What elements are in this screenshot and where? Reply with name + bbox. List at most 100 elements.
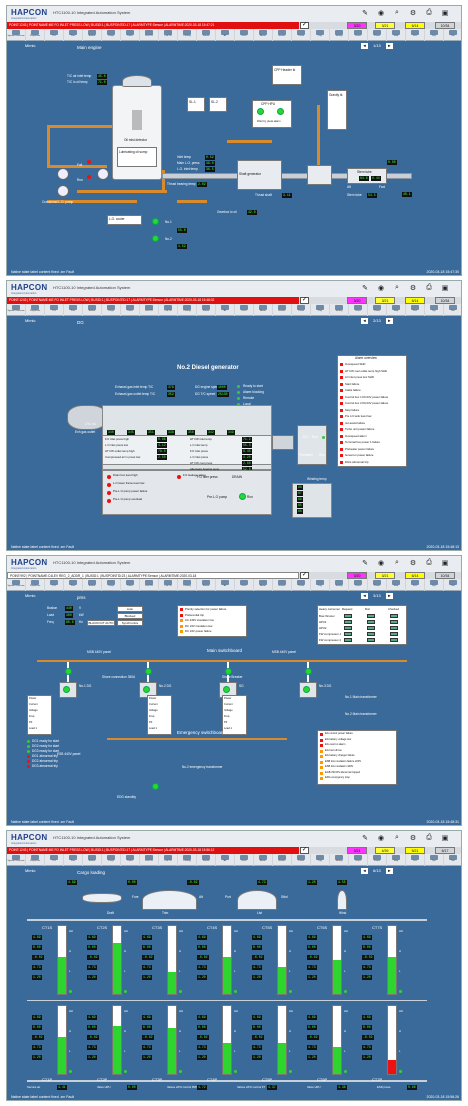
nav-button[interactable]: Ballast [83, 579, 102, 591]
print-icon[interactable]: ⎙ [425, 559, 433, 567]
prev-page-button[interactable]: ◄ [361, 867, 368, 874]
search-icon[interactable]: ⌕ [393, 9, 401, 17]
nav-button[interactable]: Setting [330, 29, 349, 41]
nav-button[interactable]: Power [368, 579, 387, 591]
settings-icon[interactable]: ⚙ [409, 834, 417, 842]
nav-button[interactable]: Net [444, 29, 461, 41]
nav-button[interactable]: Net [444, 579, 461, 591]
screen-icon[interactable]: ▣ [441, 284, 449, 292]
nav-button[interactable]: Sys [425, 579, 444, 591]
nav-button[interactable]: Trend [292, 29, 311, 41]
alarm-count-3[interactable]: 6/14 [405, 572, 425, 579]
nav-button[interactable]: Doc [406, 29, 425, 41]
nav-button[interactable]: Steam [197, 304, 216, 316]
nav-button[interactable]: Sys [425, 854, 444, 866]
nav-button[interactable]: System Overview [7, 579, 26, 591]
alarm-count-4[interactable]: 10/34 [435, 572, 455, 579]
nav-button[interactable]: Ballast [83, 854, 102, 866]
nav-button[interactable]: Ballast [83, 304, 102, 316]
pen-icon[interactable]: ✎ [361, 9, 369, 17]
print-icon[interactable]: ⎙ [425, 9, 433, 17]
acknowledge-icon[interactable]: ◉ [377, 284, 385, 292]
nav-button[interactable]: Cargo [102, 579, 121, 591]
nav-button[interactable]: Sys [425, 29, 444, 41]
nav-button[interactable]: Log [311, 304, 330, 316]
nav-button[interactable]: Tanks [121, 304, 140, 316]
nav-button[interactable]: Propulsion [26, 579, 45, 591]
nav-button[interactable]: Pms [64, 854, 83, 866]
acknowledge-icon[interactable]: ◉ [377, 834, 385, 842]
active-alarm-text[interactable]: POINT:1243 | POINTNAME:ME FO INLET PRESS… [7, 22, 299, 29]
nav-button[interactable]: Trend [292, 854, 311, 866]
alarm-count-4[interactable]: 6/17 [435, 847, 455, 854]
nav-button[interactable]: Log [311, 579, 330, 591]
nav-button[interactable]: Setting [330, 854, 349, 866]
nav-button[interactable]: Users [349, 579, 368, 591]
nav-button[interactable]: Tanks [121, 29, 140, 41]
nav-button[interactable]: Help [387, 29, 406, 41]
next-page-button[interactable]: ► [385, 592, 393, 599]
print-icon[interactable]: ⎙ [425, 284, 433, 292]
nav-button[interactable]: Lub Oil [159, 854, 178, 866]
alarm-count-1[interactable]: 3/20 [347, 22, 367, 29]
nav-button[interactable]: Pms [64, 304, 83, 316]
nav-button[interactable]: Air [216, 304, 235, 316]
nav-button[interactable]: Trend [292, 579, 311, 591]
acknowledge-check-icon[interactable]: ✓ [300, 22, 309, 29]
nav-button[interactable]: Propulsion [26, 304, 45, 316]
nav-button[interactable]: Steam [197, 579, 216, 591]
nav-button[interactable]: Steam [197, 854, 216, 866]
nav-button[interactable]: Deck [235, 304, 254, 316]
alarm-count-2[interactable]: 3/21 [375, 572, 395, 579]
nav-button[interactable]: Doc [406, 579, 425, 591]
nav-button[interactable]: Alarm [254, 854, 273, 866]
nav-button[interactable]: Events [273, 304, 292, 316]
nav-button[interactable]: Fuel Oil [140, 304, 159, 316]
print-icon[interactable]: ⎙ [425, 834, 433, 842]
active-alarm-text[interactable]: POINT:1243 | POINTNAME:ME FO INLET PRESS… [7, 297, 299, 304]
settings-icon[interactable]: ⚙ [409, 9, 417, 17]
acknowledge-check-icon[interactable]: ✓ [300, 847, 309, 854]
nav-button[interactable]: Fuel Oil [140, 854, 159, 866]
pen-icon[interactable]: ✎ [361, 284, 369, 292]
nav-button[interactable]: System Overview [7, 854, 26, 866]
alarm-count-2[interactable]: 4/39 [375, 847, 395, 854]
acknowledge-check-icon[interactable]: ✓ [300, 572, 309, 579]
nav-button[interactable]: Deck [235, 29, 254, 41]
next-page-button[interactable]: ► [385, 317, 393, 324]
nav-button[interactable]: Lub Oil [159, 579, 178, 591]
screen-icon[interactable]: ▣ [441, 559, 449, 567]
nav-button[interactable]: Events [273, 579, 292, 591]
nav-button[interactable]: Alarm [254, 304, 273, 316]
nav-button[interactable]: Log [311, 29, 330, 41]
next-page-button[interactable]: ► [385, 42, 393, 49]
search-icon[interactable]: ⌕ [393, 834, 401, 842]
nav-button[interactable]: Tanks [121, 579, 140, 591]
nav-button[interactable]: Air [216, 29, 235, 41]
mode-button[interactable]: Blocked [117, 613, 143, 619]
nav-button[interactable]: Trend [292, 304, 311, 316]
nav-button[interactable]: Events [273, 854, 292, 866]
nav-button[interactable]: Events [273, 29, 292, 41]
nav-button[interactable]: Air [216, 579, 235, 591]
nav-button[interactable]: Power [368, 304, 387, 316]
settings-icon[interactable]: ⚙ [409, 559, 417, 567]
nav-button[interactable]: Doc [406, 304, 425, 316]
nav-button[interactable]: Deck [235, 579, 254, 591]
nav-button[interactable]: Cargo [102, 29, 121, 41]
active-alarm-text[interactable]: POINT:1243 | POINTNAME:ME FO INLET PRESS… [7, 847, 299, 854]
nav-button[interactable]: Log [311, 854, 330, 866]
nav-button[interactable]: Steam [197, 29, 216, 41]
nav-button[interactable]: Cargo [102, 304, 121, 316]
pen-icon[interactable]: ✎ [361, 559, 369, 567]
search-icon[interactable]: ⌕ [393, 284, 401, 292]
nav-button[interactable]: DG [45, 304, 64, 316]
nav-button[interactable]: System Overview [7, 29, 26, 41]
alarm-count-2[interactable]: 3/21 [375, 22, 395, 29]
prev-page-button[interactable]: ◄ [361, 592, 368, 599]
nav-button[interactable]: Help [387, 304, 406, 316]
nav-button[interactable]: Users [349, 854, 368, 866]
alarm-count-4[interactable]: 10/34 [435, 297, 455, 304]
alarm-count-3[interactable]: 5/21 [405, 847, 425, 854]
nav-button[interactable]: DG [45, 854, 64, 866]
